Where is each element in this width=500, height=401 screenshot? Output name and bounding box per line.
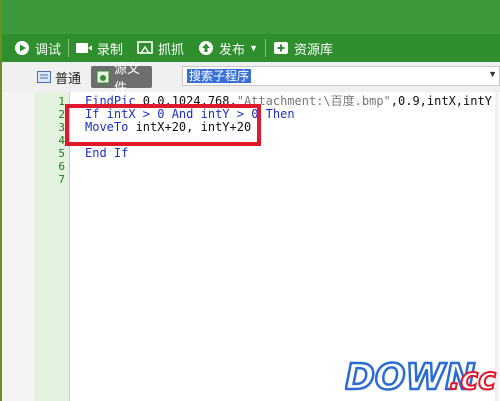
code-line-5: End If [85,147,128,160]
play-icon [14,40,30,56]
tab-normal-label: 普通 [55,70,82,86]
subroutine-select-value: 搜索子程序 [187,69,252,83]
title-area [2,0,500,34]
tab-normal[interactable]: 普通 [32,66,86,88]
publish-button[interactable]: 发布 ▼ [191,34,265,62]
library-label: 资源库 [293,41,333,57]
chevron-down-icon: ▼ [249,43,258,53]
video-camera-icon [76,40,93,56]
library-button[interactable]: 资源库 [266,34,340,62]
line-number: 1 [58,95,65,108]
publish-icon [198,40,214,56]
line-number: 5 [58,147,65,160]
debug-label: 调试 [35,41,62,57]
line-number: 6 [58,160,65,173]
line-number: 2 [58,108,65,121]
list-icon [37,71,51,83]
screenshot-icon [137,40,153,56]
capture-label: 抓抓 [158,41,185,57]
source-file-icon [96,70,110,84]
record-label: 录制 [97,41,124,57]
code-keyword: End If [85,146,129,160]
main-toolbar: 调试 录制 抓抓 发布 ▼ 资源库 [2,34,500,62]
debug-button[interactable]: 调试 [2,34,68,62]
add-resource-icon [273,40,289,56]
line-number: 4 [58,134,65,147]
tab-source-label: 源文件 [114,61,141,95]
chevron-down-icon: ▼ [488,69,497,79]
svg-text:.cc: .cc [449,362,496,397]
code-keyword: Then [265,107,295,121]
subroutine-select[interactable]: 搜索子程序 ▼ [182,66,500,86]
line-number: 3 [58,121,65,134]
app-window: 调试 录制 抓抓 发布 ▼ 资源库 普通 源文件 搜索子程序 ▼ 1 2 3 4… [0,0,500,401]
code-text: ,0.9,intX,intY [390,94,492,108]
tab-source[interactable]: 源文件 [91,61,152,95]
editor-margin [2,92,34,401]
watermark-logo: DOWN .cc [345,356,497,397]
highlight-box [65,104,261,146]
line-number: 7 [58,173,65,186]
publish-label: 发布 [219,41,246,57]
